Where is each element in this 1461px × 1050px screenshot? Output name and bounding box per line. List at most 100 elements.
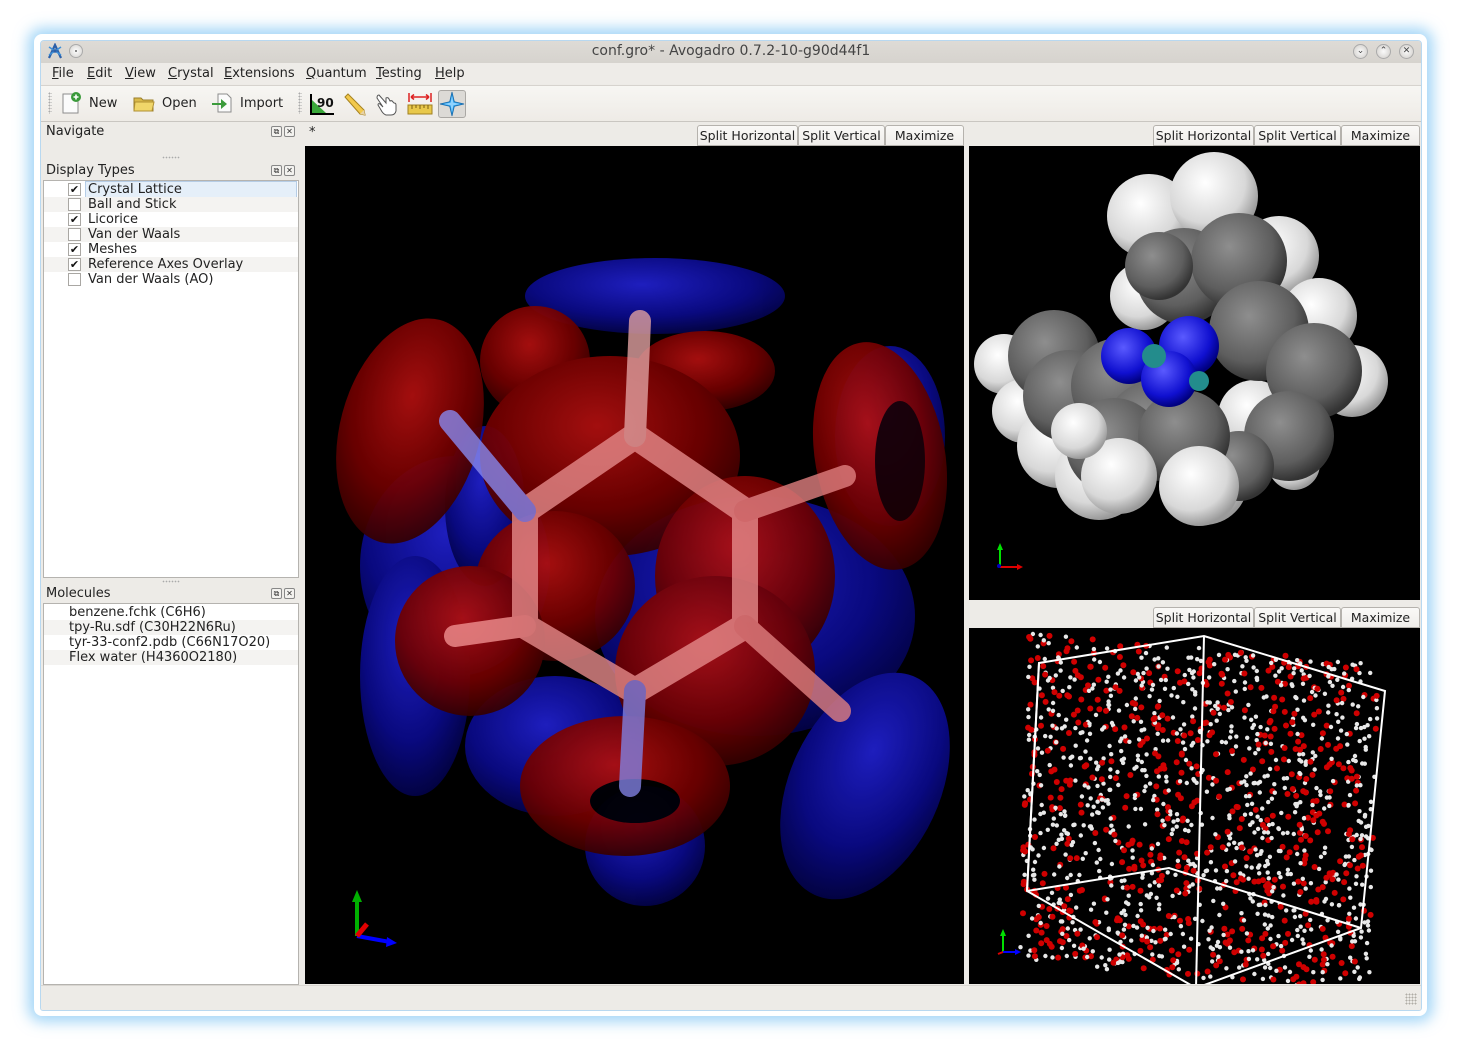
hydrogen-atom: [1050, 955, 1055, 960]
maximize-view-button[interactable]: Maximize: [1341, 607, 1420, 628]
split-horizontal-button[interactable]: Split Horizontal: [1153, 607, 1254, 628]
title-bar[interactable]: conf.gro* - Avogadro 0.7.2-10-g90d44f1 ⌄…: [41, 41, 1421, 63]
hydrogen-atom: [1326, 703, 1331, 708]
display-type-checkbox[interactable]: [68, 273, 81, 286]
navigate-tool-button[interactable]: [438, 90, 466, 118]
hydrogen-atom: [1260, 835, 1265, 841]
measure-tool-button[interactable]: [406, 90, 434, 118]
hydrogen-atom: [1169, 693, 1174, 698]
hydrogen-atom: [1127, 739, 1132, 744]
display-type-item[interactable]: Van der Waals: [44, 227, 298, 242]
manipulate-tool-button[interactable]: [373, 90, 401, 118]
menu-help[interactable]: Help: [435, 66, 465, 81]
display-type-checkbox[interactable]: [68, 198, 81, 211]
display-type-item[interactable]: Van der Waals (AO): [44, 272, 298, 287]
tpy-ru-viewport[interactable]: [969, 146, 1420, 600]
oxygen-atom: [1127, 772, 1134, 778]
hydrogen-atom: [1334, 872, 1339, 877]
pencil-icon: [344, 93, 366, 116]
hydrogen-atom: [1080, 730, 1085, 735]
resize-grip[interactable]: [1405, 993, 1417, 1005]
view-splitter-vertical[interactable]: [964, 122, 968, 984]
new-button[interactable]: New: [59, 90, 117, 116]
oxygen-atom: [1066, 693, 1072, 700]
menu-file[interactable]: File: [52, 66, 74, 81]
display-type-checkbox[interactable]: [68, 228, 81, 241]
hydrogen-atom: [1064, 717, 1069, 722]
hydrogen-atom: [1221, 901, 1226, 906]
oxygen-atom: [1028, 657, 1035, 664]
toolbar-grip[interactable]: [298, 92, 302, 114]
close-dock-button[interactable]: ✕: [284, 165, 295, 176]
maximize-view-button[interactable]: Maximize: [885, 125, 964, 146]
molecule-item[interactable]: tyr-33-conf2.pdb (C66N17O20): [44, 635, 298, 650]
close-dock-button[interactable]: ✕: [284, 126, 295, 137]
close-button[interactable]: ✕: [1399, 44, 1414, 59]
molecule-item[interactable]: Flex water (H4360O2180): [44, 650, 298, 665]
display-type-item[interactable]: ✔ Meshes: [44, 242, 298, 257]
draw-tool-button[interactable]: [340, 90, 368, 118]
menu-view[interactable]: View: [125, 66, 156, 81]
hydrogen-atom: [1059, 832, 1064, 837]
minimize-button[interactable]: ⌄: [1353, 44, 1368, 59]
oxygen-atom: [1238, 816, 1245, 822]
display-type-item[interactable]: ✔ Licorice: [44, 212, 298, 227]
dock-splitter-handle[interactable]: [162, 156, 180, 159]
hydrogen-atom: [1083, 851, 1088, 856]
close-dock-button[interactable]: ✕: [284, 588, 295, 599]
hydrogen-atom: [1121, 756, 1127, 761]
display-type-checkbox[interactable]: ✔: [68, 243, 81, 256]
open-button[interactable]: Open: [132, 90, 197, 116]
hydrogen-atom: [1022, 872, 1027, 877]
float-dock-button[interactable]: ⧉: [271, 588, 282, 599]
oxygen-atom: [1314, 685, 1321, 692]
hydrogen-atom: [1358, 661, 1363, 666]
hydrogen-atom: [1027, 732, 1032, 738]
menu-quantum[interactable]: Quantum: [306, 66, 367, 81]
maximize-button[interactable]: ⌃: [1376, 44, 1391, 59]
chevron-up-icon: ⌃: [1379, 46, 1388, 56]
float-dock-button[interactable]: ⧉: [271, 126, 282, 137]
molecule-item[interactable]: tpy-Ru.sdf (C30H22N6Ru): [44, 620, 298, 635]
split-horizontal-button[interactable]: Split Horizontal: [697, 125, 798, 146]
hydrogen-atom: [1265, 830, 1271, 835]
split-vertical-button[interactable]: Split Vertical: [1254, 607, 1341, 628]
menu-edit[interactable]: Edit: [87, 66, 112, 81]
menu-extensions[interactable]: Extensions: [224, 66, 295, 81]
menu-testing[interactable]: Testing: [376, 66, 422, 81]
float-dock-button[interactable]: ⧉: [271, 165, 282, 176]
oxygen-atom: [1247, 848, 1254, 855]
toolbar-grip[interactable]: [48, 92, 52, 114]
water-box-viewport[interactable]: [969, 628, 1420, 984]
hydrogen-atom: [1334, 712, 1339, 717]
hydrogen-atom: [1268, 923, 1273, 928]
hydrogen-atom: [1326, 664, 1331, 670]
split-horizontal-button[interactable]: Split Horizontal: [1153, 125, 1254, 146]
molecule-item[interactable]: benzene.fchk (C6H6): [44, 605, 298, 620]
oxygen-atom: [1137, 887, 1144, 894]
hydrogen-atom: [1265, 870, 1270, 875]
benzene-orbital-viewport[interactable]: [305, 146, 964, 984]
dock-splitter-handle[interactable]: [162, 580, 180, 583]
display-type-checkbox[interactable]: ✔: [68, 258, 81, 271]
hydrogen-atom: [1163, 677, 1168, 683]
import-button[interactable]: Import: [210, 90, 283, 116]
hydrogen-atom: [1162, 823, 1167, 828]
display-type-item[interactable]: ✔ Reference Axes Overlay: [44, 257, 298, 272]
hydrogen-atom: [1073, 725, 1078, 731]
display-type-item[interactable]: ✔ Crystal Lattice: [44, 181, 298, 198]
hydrogen-atom: [1050, 822, 1056, 827]
oxygen-atom: [1047, 794, 1054, 801]
hydrogen-atom: [1038, 783, 1044, 788]
display-type-checkbox[interactable]: ✔: [68, 183, 81, 196]
split-vertical-button[interactable]: Split Vertical: [1254, 125, 1341, 146]
display-type-item[interactable]: Ball and Stick: [44, 197, 298, 212]
oxygen-atom: [1342, 970, 1349, 977]
display-type-checkbox[interactable]: ✔: [68, 213, 81, 226]
hydrogen-atom: [1026, 714, 1031, 720]
split-vertical-button[interactable]: Split Vertical: [798, 125, 885, 146]
menu-crystal[interactable]: Crystal: [168, 66, 214, 81]
hydrogen-atom: [1301, 715, 1306, 720]
maximize-view-button[interactable]: Maximize: [1341, 125, 1420, 146]
bond-centric-tool-button[interactable]: 90: [308, 90, 336, 118]
